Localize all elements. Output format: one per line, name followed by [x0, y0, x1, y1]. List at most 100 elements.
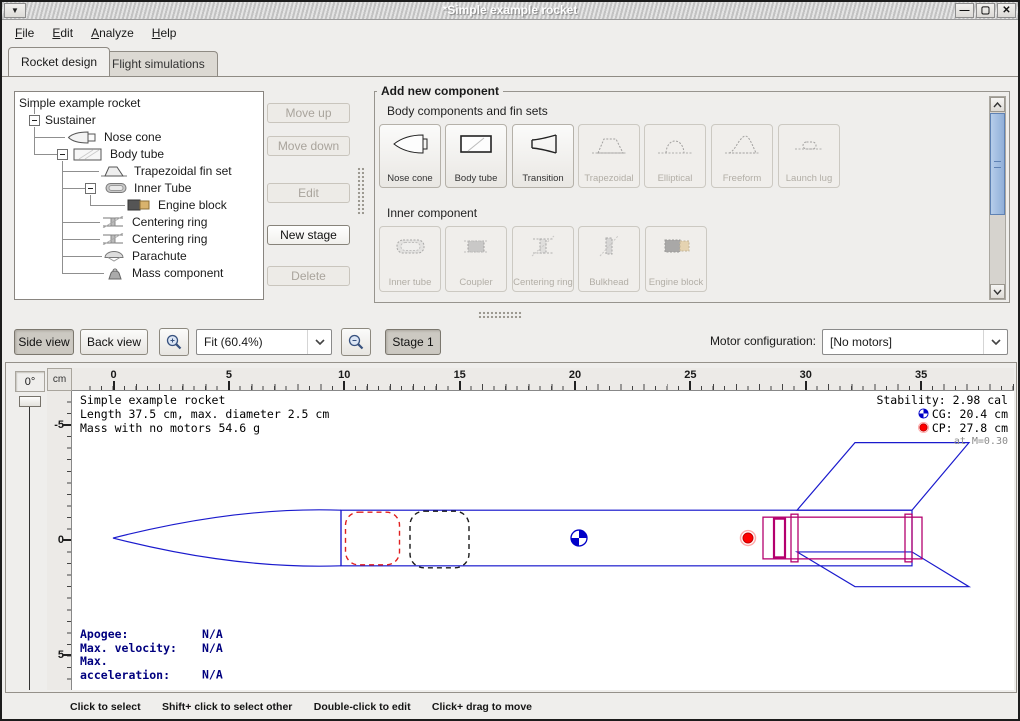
inner-component-label: Inner component [387, 206, 477, 220]
zoom-level-select[interactable]: Fit (60.4%) [196, 329, 332, 355]
ruler-label: 25 [684, 369, 696, 381]
ruler-major-tick [920, 381, 922, 390]
mass-component-outline[interactable] [410, 511, 469, 568]
tree-item-centering-ring[interactable]: Centering ring [101, 214, 207, 230]
ruler-label: 5 [226, 369, 232, 381]
tab-rocket-design[interactable]: Rocket design [8, 47, 110, 76]
tree-item-label: Sustainer [45, 113, 96, 127]
component-tree: Simple example rocket Sustainer Nose con… [14, 91, 264, 300]
parachute-outline[interactable] [346, 512, 400, 565]
splitter-handle[interactable] [357, 167, 364, 215]
flight-stats: Apogee:N/A Max. velocity:N/A Max. accele… [80, 628, 223, 682]
fin-upper-outline[interactable] [797, 443, 969, 511]
add-inner-tube-button[interactable]: Inner tube [379, 226, 441, 292]
fin-set-icon [101, 165, 127, 177]
expander-minus-icon[interactable] [57, 149, 68, 160]
tree-item-mass-component[interactable]: Mass component [105, 265, 223, 281]
add-nose-cone-button[interactable]: Nose cone [379, 124, 441, 188]
add-engine-block-button[interactable]: Engine block [645, 226, 707, 292]
centering-ring-icon [523, 232, 563, 260]
engine-block-outline[interactable] [774, 519, 785, 558]
add-centering-ring-button[interactable]: Centering ring [512, 226, 574, 292]
tree-item-nose-cone[interactable]: Nose cone [67, 129, 161, 145]
back-view-button[interactable]: Back view [80, 329, 148, 355]
ruler-major-tick [689, 381, 691, 390]
maximize-icon[interactable]: ▢ [976, 3, 995, 18]
side-view-button[interactable]: Side view [14, 329, 74, 355]
close-icon[interactable]: ✕ [997, 3, 1016, 18]
move-down-button[interactable]: Move down [267, 136, 350, 156]
add-bulkhead-button[interactable]: Bulkhead [578, 226, 640, 292]
tree-item-rocket[interactable]: Simple example rocket [19, 95, 140, 111]
minimize-icon[interactable]: — [955, 3, 974, 18]
zoom-out-button[interactable] [341, 328, 371, 356]
add-freeform-fin-button[interactable]: Freeform [711, 124, 773, 188]
ruler-label: 35 [915, 369, 927, 381]
stage-1-toggle[interactable]: Stage 1 [385, 329, 441, 355]
body-tube-icon [73, 148, 103, 161]
zoom-in-button[interactable] [159, 328, 189, 356]
add-launch-lug-button[interactable]: Launch lug [778, 124, 840, 188]
centering-ring-fore-outline[interactable] [791, 514, 798, 562]
tree-item-label: Inner Tube [134, 181, 191, 195]
body-tube-outline[interactable] [341, 510, 912, 566]
scroll-up-icon[interactable] [990, 97, 1005, 112]
menu-file[interactable]: File [6, 23, 43, 43]
inner-tube-icon [105, 182, 127, 194]
menu-analyze[interactable]: Analyze [82, 23, 143, 43]
inner-tube-outline[interactable] [763, 517, 922, 559]
ruler-major-tick [805, 381, 807, 390]
add-body-tube-button[interactable]: Body tube [445, 124, 507, 188]
tree-item-label: Engine block [158, 198, 227, 212]
coupler-icon [456, 232, 496, 260]
component-button-label: Trapezoidal [584, 174, 633, 184]
body-components-label: Body components and fin sets [387, 104, 548, 118]
stability-value: Stability: 2.98 cal [876, 393, 1008, 407]
move-up-button[interactable]: Move up [267, 103, 350, 123]
chevron-down-icon [993, 289, 1002, 295]
add-coupler-button[interactable]: Coupler [445, 226, 507, 292]
ruler-unit-label: cm [47, 368, 72, 391]
add-transition-button[interactable]: Transition [512, 124, 574, 188]
tree-item-centering-ring[interactable]: Centering ring [101, 231, 207, 247]
title-bar: ▼ *Simple example rocket — ▢ ✕ [2, 2, 1018, 20]
component-button-label: Launch lug [786, 174, 832, 184]
rotation-slider-handle[interactable] [19, 396, 41, 407]
centering-ring-icon [101, 233, 125, 245]
component-panel-scrollbar[interactable] [989, 96, 1006, 300]
rocket-figure-canvas: Simple example rocket Length 37.5 cm, ma… [72, 391, 1014, 690]
tree-line [34, 137, 65, 138]
scroll-down-icon[interactable] [990, 284, 1005, 299]
fin-lower-outline[interactable] [797, 552, 969, 587]
motor-configuration-label: Motor configuration: [710, 334, 816, 348]
tree-item-body-tube[interactable]: Body tube [73, 146, 164, 162]
nose-cone-outline[interactable] [113, 510, 341, 566]
motor-configuration-value: [No motors] [823, 335, 983, 349]
new-stage-button[interactable]: New stage [267, 225, 350, 245]
tree-item-parachute[interactable]: Parachute [103, 248, 187, 264]
add-elliptical-fin-button[interactable]: Elliptical [644, 124, 706, 188]
scrollbar-thumb[interactable] [990, 113, 1005, 215]
tab-flight-simulations[interactable]: Flight simulations [99, 51, 218, 76]
component-button-label: Body tube [455, 174, 498, 184]
ruler-major-tick [574, 381, 576, 390]
tree-item-label: Centering ring [132, 232, 207, 246]
delete-button[interactable]: Delete [267, 266, 350, 286]
tree-item-label: Body tube [110, 147, 164, 161]
menu-edit[interactable]: Edit [43, 23, 82, 43]
tree-item-label: Centering ring [132, 215, 207, 229]
tree-item-inner-tube[interactable]: Inner Tube [105, 180, 191, 196]
horizontal-ruler: 0 5 10 15 20 25 30 35 [72, 368, 1014, 391]
tree-item-engine-block[interactable]: Engine block [127, 197, 227, 213]
expander-minus-icon[interactable] [85, 183, 96, 194]
nose-cone-icon [390, 130, 430, 158]
centering-ring-aft-outline[interactable] [905, 514, 912, 562]
expander-minus-icon[interactable] [29, 115, 40, 126]
tree-item-trapezoidal-fin-set[interactable]: Trapezoidal fin set [101, 163, 232, 179]
add-trapezoidal-fin-button[interactable]: Trapezoidal [578, 124, 640, 188]
tree-item-sustainer[interactable]: Sustainer [45, 112, 96, 128]
motor-configuration-select[interactable]: [No motors] [822, 329, 1008, 355]
edit-button[interactable]: Edit [267, 183, 350, 203]
splitter-handle[interactable] [478, 311, 522, 318]
menu-help[interactable]: Help [143, 23, 186, 43]
